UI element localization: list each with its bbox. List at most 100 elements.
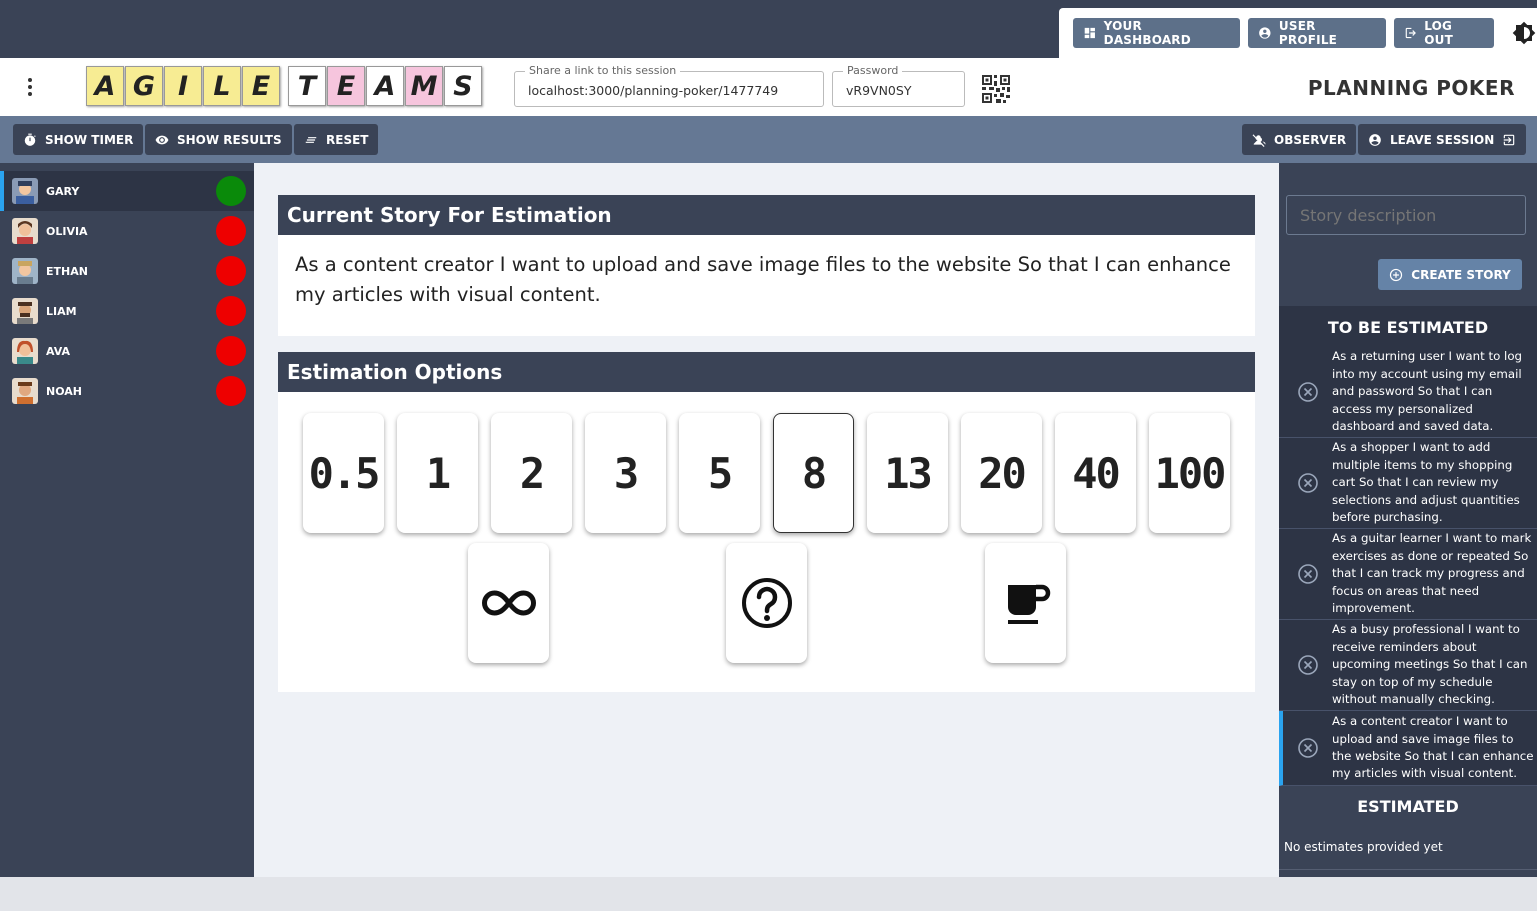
create-story-label: CREATE STORY: [1411, 267, 1511, 282]
logo-tile: L: [203, 66, 241, 106]
story-description-input[interactable]: [1286, 195, 1526, 235]
brightness-icon: [1512, 21, 1536, 45]
vote-status-indicator: [216, 256, 246, 286]
question-card[interactable]: [726, 543, 807, 663]
theme-toggle-button[interactable]: [1512, 20, 1537, 46]
estimate-card[interactable]: 20: [961, 413, 1042, 533]
player-row[interactable]: OLIVIA: [0, 211, 254, 251]
divider: [1279, 869, 1537, 870]
story-sidebar: CREATE STORY TO BE ESTIMATED As a return…: [1279, 163, 1537, 877]
page-title: PLANNING POKER: [1307, 76, 1515, 100]
password-field[interactable]: Password vR9VN0SY: [832, 64, 965, 107]
avatar: [12, 378, 38, 404]
remove-story-icon[interactable]: [1297, 737, 1319, 759]
avatar: [12, 298, 38, 324]
current-story-panel: Current Story For Estimation As a conten…: [278, 195, 1255, 336]
estimate-card[interactable]: 40: [1055, 413, 1136, 533]
vote-status-indicator: [216, 336, 246, 366]
user-profile-label: USER PROFILE: [1278, 19, 1338, 47]
question-icon: [741, 578, 792, 628]
vote-status-indicator: [216, 296, 246, 326]
player-row[interactable]: GARY: [0, 171, 254, 211]
avatar: [12, 178, 38, 204]
no-estimates-text: No estimates provided yet: [1284, 840, 1443, 854]
player-name: OLIVIA: [46, 224, 88, 238]
add-circle-icon: [1390, 268, 1403, 281]
more-menu-icon[interactable]: [22, 76, 38, 98]
reset-button[interactable]: RESET: [294, 124, 379, 155]
leave-session-label: LEAVE SESSION: [1390, 132, 1495, 147]
clear-all-icon: [305, 136, 317, 143]
estimated-heading: ESTIMATED: [1357, 797, 1459, 816]
estimate-card[interactable]: 1: [397, 413, 478, 533]
password-value[interactable]: vR9VN0SY: [846, 83, 911, 98]
estimation-options-panel: Estimation Options 0.5 1 2 3 5 8 13 20 4…: [278, 352, 1255, 692]
estimate-card[interactable]: 0.5: [303, 413, 384, 533]
page-footer: [0, 877, 1537, 911]
leave-session-button[interactable]: LEAVE SESSION: [1358, 124, 1527, 155]
player-name: ETHAN: [46, 264, 88, 278]
remove-story-icon[interactable]: [1297, 381, 1319, 403]
user-profile-button[interactable]: USER PROFILE: [1248, 18, 1386, 48]
card-deck: 0.5 1 2 3 5 8 13 20 40 100: [278, 392, 1255, 692]
estimate-card[interactable]: 3: [585, 413, 666, 533]
infinity-icon: [481, 590, 536, 616]
coffee-card[interactable]: [985, 543, 1066, 663]
vote-status-indicator: [216, 216, 246, 246]
log-out-button[interactable]: LOG OUT: [1393, 18, 1494, 48]
reset-label: RESET: [326, 132, 369, 147]
story-item[interactable]: As a shopper I want to add multiple item…: [1279, 438, 1537, 529]
top-navigation: YOUR DASHBOARD USER PROFILE LOG OUT: [1059, 8, 1537, 58]
main-content: Current Story For Estimation As a conten…: [254, 163, 1279, 877]
your-dashboard-button[interactable]: YOUR DASHBOARD: [1073, 18, 1241, 48]
story-item-active[interactable]: As a content creator I want to upload an…: [1279, 711, 1537, 786]
to-be-estimated-section: TO BE ESTIMATED As a returning user I wa…: [1279, 306, 1537, 786]
eye-icon: [155, 135, 169, 144]
observer-button[interactable]: OBSERVER: [1242, 124, 1357, 155]
story-item-text: As a returning user I want to log into m…: [1332, 349, 1523, 434]
to-be-estimated-heading: TO BE ESTIMATED: [1327, 318, 1489, 337]
dashboard-icon: [1084, 27, 1095, 39]
remove-story-icon[interactable]: [1297, 654, 1319, 676]
estimate-card[interactable]: 100: [1149, 413, 1230, 533]
qr-code-icon[interactable]: [982, 75, 1010, 103]
show-results-button[interactable]: SHOW RESULTS: [145, 124, 292, 155]
logo-tile: G: [125, 66, 163, 106]
account-circle-icon: [1259, 27, 1271, 39]
exit-icon: [1504, 134, 1515, 145]
player-name: LIAM: [46, 304, 77, 318]
timer-icon: [24, 133, 36, 146]
share-link-field[interactable]: Share a link to this session localhost:3…: [514, 64, 824, 107]
remove-story-icon[interactable]: [1297, 563, 1319, 585]
current-story-text: As a content creator I want to upload an…: [295, 253, 1231, 306]
observer-label: OBSERVER: [1274, 132, 1347, 147]
story-item[interactable]: As a returning user I want to log into m…: [1279, 347, 1537, 438]
vote-status-indicator: [216, 176, 246, 206]
create-story-button[interactable]: CREATE STORY: [1378, 259, 1522, 290]
story-item[interactable]: As a busy professional I want to receive…: [1279, 620, 1537, 711]
estimate-card-selected[interactable]: 8: [773, 413, 854, 533]
player-row[interactable]: AVA: [0, 331, 254, 371]
estimate-card[interactable]: 5: [679, 413, 760, 533]
player-name: AVA: [46, 344, 71, 358]
story-item-text: As a content creator I want to upload an…: [1332, 714, 1534, 781]
infinity-card[interactable]: [468, 543, 549, 663]
story-item[interactable]: As a guitar learner I want to mark exerc…: [1279, 529, 1537, 620]
show-timer-button[interactable]: SHOW TIMER: [13, 124, 144, 155]
remove-story-icon[interactable]: [1297, 472, 1319, 494]
estimate-card[interactable]: 13: [867, 413, 948, 533]
estimation-options-heading: Estimation Options: [278, 352, 1255, 392]
logo-tile: I: [164, 66, 202, 106]
player-row[interactable]: LIAM: [0, 291, 254, 331]
password-label: Password: [843, 64, 903, 77]
story-item-text: As a busy professional I want to receive…: [1332, 622, 1528, 707]
avatar: [12, 338, 38, 364]
player-row[interactable]: ETHAN: [0, 251, 254, 291]
player-row[interactable]: NOAH: [0, 371, 254, 411]
logo-tile: E: [327, 66, 365, 106]
estimate-card[interactable]: 2: [491, 413, 572, 533]
story-item-text: As a shopper I want to add multiple item…: [1332, 440, 1520, 525]
vote-status-indicator: [216, 376, 246, 406]
share-link-value[interactable]: localhost:3000/planning-poker/1477749: [528, 83, 778, 98]
show-timer-label: SHOW TIMER: [45, 132, 134, 147]
